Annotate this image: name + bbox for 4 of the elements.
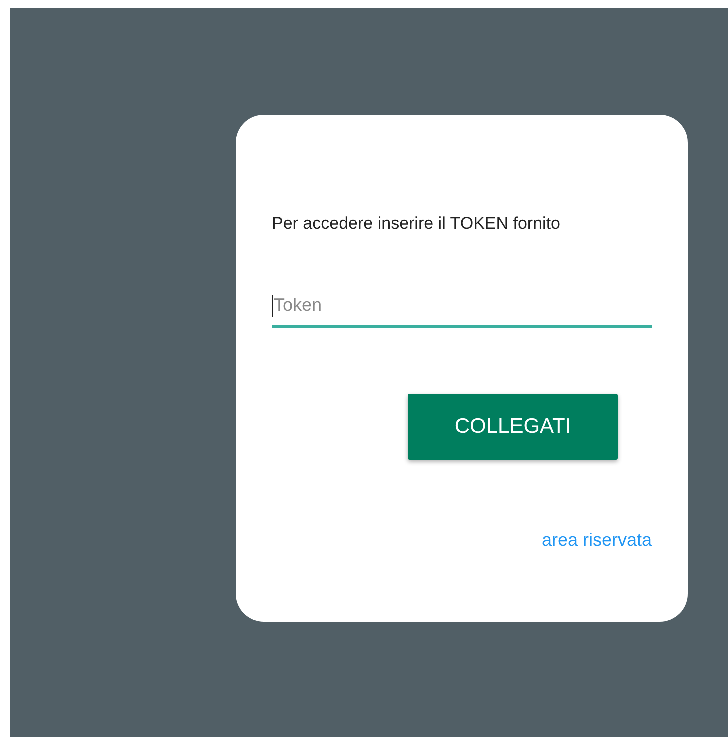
- instruction-text: Per accedere inserire il TOKEN fornito: [272, 214, 562, 234]
- connect-button[interactable]: COLLEGATI: [408, 394, 618, 460]
- token-field[interactable]: Token: [272, 286, 652, 328]
- reserved-area-link[interactable]: area riservata: [542, 530, 652, 551]
